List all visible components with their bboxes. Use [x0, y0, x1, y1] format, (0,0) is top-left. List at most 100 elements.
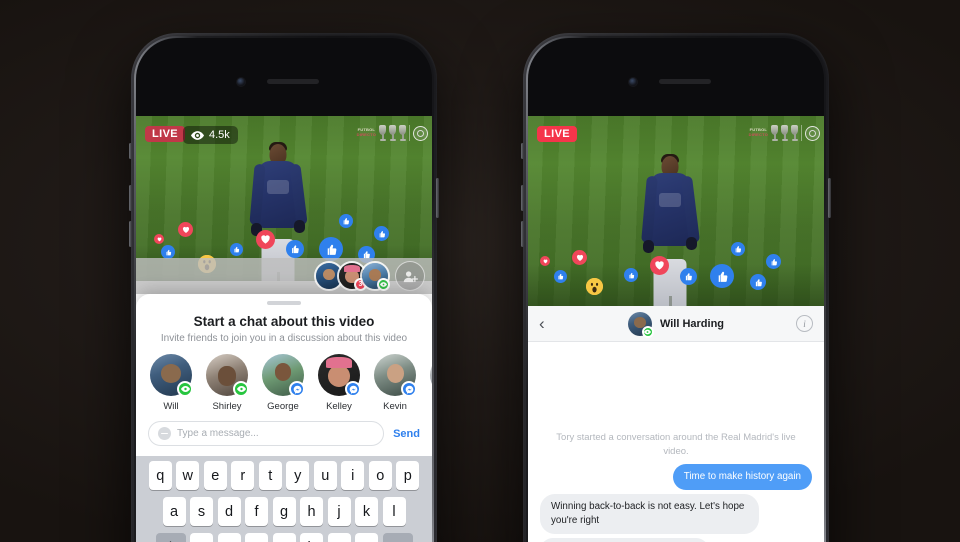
sheet-title: Start a chat about this video [193, 314, 375, 329]
reaction-like [286, 240, 304, 258]
friend-item[interactable]: George [260, 354, 306, 412]
key-d[interactable]: d [217, 497, 241, 526]
key-h[interactable]: h [300, 497, 323, 526]
key-t[interactable]: t [258, 461, 282, 490]
key-o[interactable]: o [368, 461, 392, 490]
friend-name: Will [163, 401, 179, 412]
shift-key[interactable] [155, 533, 186, 542]
volume-down-button[interactable] [129, 221, 132, 247]
phone-right-screen: FUTBOL DIRECTO LIVE ‹ Will Harding i Tor… [528, 116, 824, 542]
back-chevron-icon[interactable]: ‹ [539, 315, 545, 332]
reaction-wow [586, 278, 603, 295]
friend-picker-row[interactable]: Will Shirley George Kelley Kevin [136, 344, 432, 412]
search-input[interactable]: Type a message... [148, 421, 385, 446]
volume-up-button[interactable] [129, 185, 132, 211]
key-f[interactable]: f [245, 497, 268, 526]
key-r[interactable]: r [231, 461, 255, 490]
reaction-like [624, 268, 638, 282]
reaction-like [161, 245, 175, 259]
scorebug-divider [801, 125, 802, 141]
key-x[interactable]: x [217, 533, 241, 542]
key-p[interactable]: p [396, 461, 420, 490]
viewer-avatar[interactable] [360, 261, 390, 291]
mute-switch[interactable] [129, 143, 132, 159]
send-button[interactable]: Send [393, 428, 420, 440]
key-v[interactable]: v [272, 533, 296, 542]
key-s[interactable]: s [190, 497, 213, 526]
reaction-like [230, 243, 243, 256]
reaction-like [710, 264, 734, 288]
trophy-icon [781, 125, 788, 141]
reaction-like [339, 214, 353, 228]
key-b[interactable]: b [300, 533, 323, 542]
chat-header: ‹ Will Harding i [528, 306, 824, 342]
player-glove-right [294, 219, 306, 233]
key-u[interactable]: u [313, 461, 337, 490]
friend-item[interactable]: Ja [428, 354, 432, 412]
message-bubble-incoming[interactable]: This game is going to be amazing [540, 538, 709, 542]
key-a[interactable]: a [162, 497, 186, 526]
friend-name: Shirley [212, 401, 242, 412]
player-glove-right [686, 236, 698, 250]
active-now-badge [641, 325, 654, 338]
key-g[interactable]: g [272, 497, 296, 526]
volume-down-button[interactable] [521, 221, 524, 247]
scorebug-channel: FUTBOL DIRECTO [356, 127, 376, 137]
key-c[interactable]: c [245, 533, 268, 542]
live-video-left[interactable]: FUTBOL DIRECTO LIVE 4.5k [136, 116, 432, 281]
live-badge-left: LIVE [145, 126, 186, 142]
friend-item[interactable]: Kelley [316, 354, 362, 412]
live-video-right[interactable]: FUTBOL DIRECTO LIVE [528, 116, 824, 306]
key-i[interactable]: i [341, 461, 365, 490]
key-k[interactable]: k [355, 497, 378, 526]
key-z[interactable]: z [190, 533, 213, 542]
info-icon[interactable]: i [796, 315, 813, 332]
add-person-icon[interactable] [395, 261, 425, 291]
key-q[interactable]: q [148, 461, 172, 490]
reaction-heart [178, 222, 193, 237]
system-note: Tory started a conversation around the R… [556, 432, 796, 457]
emoji-icon[interactable] [158, 427, 171, 440]
scorebug-channel: FUTBOL DIRECTO [748, 127, 768, 137]
avatar [374, 354, 417, 397]
friend-item[interactable]: Will [148, 354, 194, 412]
phone-left-body: FUTBOL DIRECTO LIVE 4.5k 3 Start a chat … [136, 38, 432, 542]
messenger-badge-icon [289, 381, 305, 397]
key-y[interactable]: y [286, 461, 310, 490]
sheet-grabber[interactable] [267, 301, 301, 305]
live-badge-right: LIVE [537, 126, 578, 142]
active-now-badge [177, 381, 193, 397]
key-e[interactable]: e [203, 461, 227, 490]
friend-item[interactable]: Kevin [372, 354, 418, 412]
keyboard-row-2: asdfghjkl [139, 497, 429, 526]
reaction-heart [256, 230, 275, 249]
key-n[interactable]: n [327, 533, 351, 542]
avatar [206, 354, 249, 397]
phone-left: FUTBOL DIRECTO LIVE 4.5k 3 Start a chat … [129, 33, 439, 542]
message-bubble-incoming[interactable]: Winning back-to-back is not easy. Let's … [540, 494, 760, 535]
viewer-avatar-strip[interactable]: 3 [314, 261, 425, 291]
key-m[interactable]: m [355, 533, 378, 542]
friend-item[interactable]: Shirley [204, 354, 250, 412]
avatar [627, 311, 654, 338]
message-composer: Type a message... Send [136, 412, 432, 456]
message-bubble-outgoing[interactable]: Time to make history again [672, 464, 812, 491]
reaction-like [374, 226, 389, 241]
key-w[interactable]: w [176, 461, 200, 490]
phone-right: FUTBOL DIRECTO LIVE ‹ Will Harding i Tor… [521, 33, 831, 542]
friend-name: Ja [428, 401, 432, 412]
messenger-badge-icon [345, 381, 361, 397]
avatar [318, 354, 361, 397]
onscreen-keyboard[interactable]: qwertyuiop asdfghjkl zxcvbnm [136, 456, 432, 542]
scorebug-divider [409, 125, 410, 141]
key-l[interactable]: l [382, 497, 406, 526]
power-button[interactable] [436, 178, 439, 218]
real-madrid-crest-icon [805, 125, 820, 141]
mute-switch[interactable] [521, 143, 524, 159]
volume-up-button[interactable] [521, 185, 524, 211]
backspace-key[interactable] [382, 533, 413, 542]
start-chat-sheet: Start a chat about this video Invite fri… [136, 294, 432, 542]
player-glove-left [643, 239, 655, 253]
key-j[interactable]: j [327, 497, 351, 526]
power-button[interactable] [828, 178, 831, 218]
